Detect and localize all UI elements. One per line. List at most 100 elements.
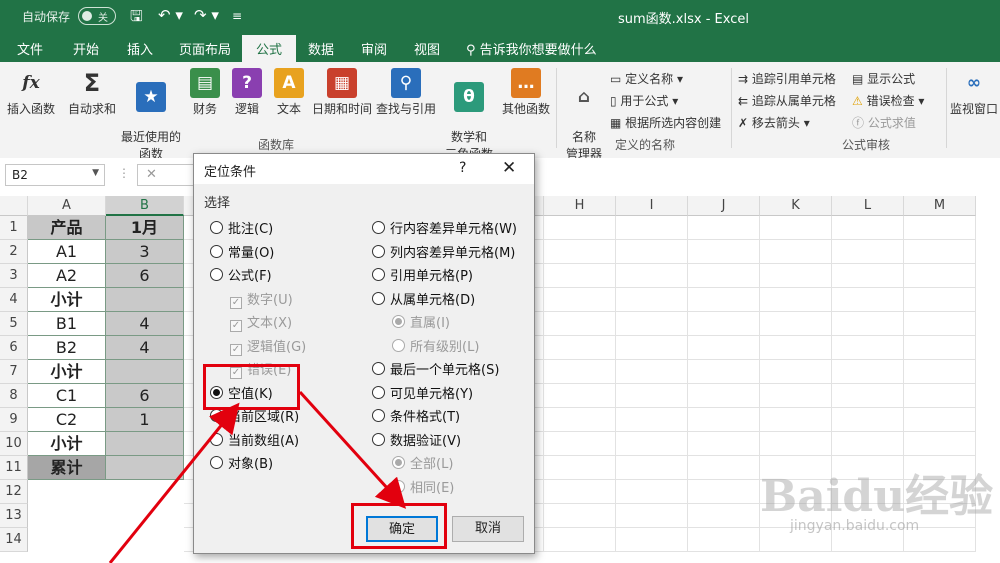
trace-precedents-button[interactable]: ⇉ 追踪引用单元格 bbox=[738, 70, 836, 87]
grid-cell[interactable] bbox=[688, 408, 760, 432]
option-leftopts-0[interactable]: 批注(C) bbox=[210, 218, 273, 237]
name-box[interactable]: B2 ▼ bbox=[5, 164, 105, 186]
table-header-cell[interactable]: 产品 bbox=[28, 216, 106, 240]
grid-cell[interactable] bbox=[616, 480, 688, 504]
radio-icon[interactable] bbox=[392, 479, 405, 493]
radio-icon[interactable] bbox=[372, 362, 385, 375]
grid-cell[interactable] bbox=[688, 432, 760, 456]
grid-cell[interactable] bbox=[688, 336, 760, 360]
trace-dependents-button[interactable]: ⇇ 追踪从属单元格 bbox=[738, 92, 836, 109]
watch-window-button[interactable]: ∞ 监视窗口 bbox=[948, 68, 1000, 117]
radio-icon[interactable] bbox=[392, 315, 405, 328]
table-cell[interactable]: 小计 bbox=[28, 432, 106, 456]
option-leftopts-2[interactable]: 公式(F) bbox=[210, 265, 272, 284]
option-rightopts-3[interactable]: 从属单元格(D) bbox=[372, 289, 475, 308]
grid-cell[interactable] bbox=[544, 432, 616, 456]
radio-icon[interactable] bbox=[372, 268, 385, 281]
tab-home[interactable]: 开始 bbox=[73, 39, 99, 58]
grid-cell[interactable] bbox=[688, 288, 760, 312]
remove-arrows-button[interactable]: ✗ 移去箭头 ▾ bbox=[738, 114, 810, 131]
grid-cell[interactable] bbox=[544, 480, 616, 504]
grid-cell[interactable] bbox=[832, 384, 904, 408]
option-leftopts-1[interactable]: 常量(O) bbox=[210, 242, 274, 261]
grid-cell[interactable] bbox=[616, 312, 688, 336]
grid-cell[interactable] bbox=[616, 528, 688, 552]
cancel-button[interactable]: 取消 bbox=[452, 516, 524, 542]
grid-cell[interactable] bbox=[832, 432, 904, 456]
grid-cell[interactable] bbox=[544, 288, 616, 312]
row-header-3[interactable]: 3 bbox=[0, 264, 28, 288]
grid-cell[interactable] bbox=[904, 312, 976, 336]
table-cell[interactable]: 3 bbox=[106, 240, 184, 264]
table-cell[interactable] bbox=[106, 456, 184, 480]
tab-page-layout[interactable]: 页面布局 bbox=[179, 39, 231, 58]
row-header-12[interactable]: 12 bbox=[0, 480, 28, 504]
grid-cell[interactable] bbox=[904, 336, 976, 360]
grid-cell[interactable] bbox=[688, 264, 760, 288]
grid-cell[interactable] bbox=[832, 312, 904, 336]
radio-icon[interactable] bbox=[210, 432, 223, 446]
help-icon[interactable]: ? bbox=[459, 160, 466, 176]
grid-cell[interactable] bbox=[904, 360, 976, 384]
radio-icon[interactable] bbox=[210, 268, 223, 281]
row-header-8[interactable]: 8 bbox=[0, 384, 28, 408]
tab-data[interactable]: 数据 bbox=[308, 39, 334, 58]
grid-cell[interactable] bbox=[544, 528, 616, 552]
grid-cell[interactable] bbox=[688, 360, 760, 384]
option-rightopts-1[interactable]: 列内容差异单元格(M) bbox=[372, 242, 515, 261]
grid-cell[interactable] bbox=[616, 264, 688, 288]
grid-cell[interactable] bbox=[904, 240, 976, 264]
tab-view[interactable]: 视图 bbox=[414, 39, 440, 58]
grid-cell[interactable] bbox=[544, 360, 616, 384]
grid-cell[interactable] bbox=[832, 336, 904, 360]
grid-cell[interactable] bbox=[760, 408, 832, 432]
radio-icon[interactable] bbox=[210, 244, 223, 258]
column-header-j[interactable]: J bbox=[688, 196, 760, 216]
grid-cell[interactable] bbox=[904, 432, 976, 456]
option-rightopts-8[interactable]: 条件格式(T) bbox=[372, 406, 460, 425]
table-cell[interactable]: B2 bbox=[28, 336, 106, 360]
grid-cell[interactable] bbox=[544, 264, 616, 288]
option-rightopts-10[interactable]: 全部(L) bbox=[392, 453, 453, 472]
use-in-formula-button[interactable]: ▯ 用于公式 ▾ bbox=[610, 92, 678, 109]
grid-cell[interactable] bbox=[832, 264, 904, 288]
insert-function-button[interactable]: fx 插入函数 bbox=[4, 68, 58, 117]
grid-cell[interactable] bbox=[760, 312, 832, 336]
tab-file[interactable]: 文件 bbox=[17, 39, 43, 58]
table-cell[interactable] bbox=[106, 360, 184, 384]
lookup-button[interactable]: ⚲ 查找与引用 bbox=[374, 68, 438, 117]
table-cell[interactable]: A1 bbox=[28, 240, 106, 264]
table-cell[interactable]: 小计 bbox=[28, 360, 106, 384]
table-cell[interactable]: A2 bbox=[28, 264, 106, 288]
grid-cell[interactable] bbox=[760, 384, 832, 408]
table-cell[interactable]: C2 bbox=[28, 408, 106, 432]
table-cell[interactable]: 6 bbox=[106, 264, 184, 288]
grid-cell[interactable] bbox=[544, 456, 616, 480]
option-leftopts-3[interactable]: ✓ 数字(U) bbox=[230, 289, 293, 309]
tab-insert[interactable]: 插入 bbox=[127, 39, 153, 58]
grid-cell[interactable] bbox=[616, 456, 688, 480]
customize-qa-icon[interactable]: ≡ bbox=[232, 9, 242, 23]
grid-cell[interactable] bbox=[544, 408, 616, 432]
grid-cell[interactable] bbox=[544, 240, 616, 264]
grid-cell[interactable] bbox=[688, 312, 760, 336]
grid-cell[interactable] bbox=[688, 456, 760, 480]
grid-cell[interactable] bbox=[688, 384, 760, 408]
row-header-4[interactable]: 4 bbox=[0, 288, 28, 312]
option-rightopts-9[interactable]: 数据验证(V) bbox=[372, 430, 461, 449]
autosave-toggle[interactable]: 关 bbox=[78, 7, 116, 25]
table-cell[interactable]: 累计 bbox=[28, 456, 106, 480]
grid-cell[interactable] bbox=[904, 264, 976, 288]
option-leftopts-5[interactable]: ✓ 逻辑值(G) bbox=[230, 336, 306, 356]
grid-cell[interactable] bbox=[688, 240, 760, 264]
grid-cell[interactable] bbox=[616, 408, 688, 432]
evaluate-formula-button[interactable]: ⓕ 公式求值 bbox=[852, 114, 916, 131]
column-header-a[interactable]: A bbox=[28, 196, 106, 216]
grid-cell[interactable] bbox=[544, 336, 616, 360]
option-rightopts-2[interactable]: 引用单元格(P) bbox=[372, 265, 473, 284]
grid-cell[interactable] bbox=[688, 504, 760, 528]
radio-icon[interactable] bbox=[210, 409, 223, 422]
close-icon[interactable]: ✕ bbox=[502, 158, 516, 178]
grid-cell[interactable] bbox=[832, 240, 904, 264]
option-rightopts-6[interactable]: 最后一个单元格(S) bbox=[372, 359, 499, 378]
